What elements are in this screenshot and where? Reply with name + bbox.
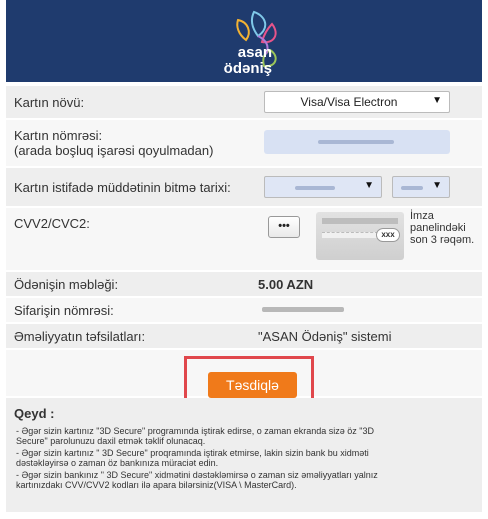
note-line: kartınızdakı CVV/CVV2 kodları ilə apara … xyxy=(16,480,297,490)
note-line: - Əgər sizin bankınız " 3D Secure" xidmə… xyxy=(16,470,378,480)
masked-text xyxy=(318,140,394,144)
chevron-down-icon: ▼ xyxy=(364,180,374,191)
cvv-hint-line3: son 3 rəqəm. xyxy=(410,234,475,246)
cvv-input-button[interactable]: ••• xyxy=(268,216,300,238)
order-number-value xyxy=(262,307,344,312)
cvv-hint-line1: İmza xyxy=(410,210,434,222)
card-signature-panel xyxy=(322,232,378,238)
logo-text-odenis: ödəniş xyxy=(223,60,272,77)
details-label: Əməliyyatın təfsilatları: xyxy=(14,329,146,344)
card-number-label-line2: (arada boşluq işarəsi qoyulmadan) xyxy=(14,143,214,158)
header-banner: asan ödəniş xyxy=(6,0,482,82)
amount-value: 5.00 AZN xyxy=(258,277,314,292)
card-number-label-line1: Kartın nömrəsi: xyxy=(14,128,103,143)
cvv-hint-line2: panelindəki xyxy=(410,222,466,234)
row-expiry: Kartın istifadə müddətinin bitmə tarixi:… xyxy=(6,168,482,206)
asan-odenis-logo: asan ödəniş xyxy=(214,6,294,78)
note-line: dəstəkləyirsə o zaman öz bankınıza mürac… xyxy=(16,458,219,468)
cvv-label: CVV2/CVC2: xyxy=(14,216,90,231)
row-order-number: Sifarişin nömrəsi: xyxy=(6,298,482,322)
expiry-label: Kartın istifadə müddətinin bitmə tarixi: xyxy=(14,180,231,195)
note-line: - Əgər sizin kartınız " 3D Secure" proqr… xyxy=(16,448,369,458)
card-type-label: Kartın növü: xyxy=(14,95,85,110)
expiry-month-select[interactable]: ▼ xyxy=(264,176,382,198)
notes-panel: Qeyd : - Əgər sizin kartınız "3D Secure"… xyxy=(6,398,482,512)
amount-label: Ödənişin məbləği: xyxy=(14,277,119,292)
card-number-label: Kartın nömrəsi: (arada boşluq işarəsi qo… xyxy=(14,128,213,158)
note-line: - Əgər sizin kartınız "3D Secure" progra… xyxy=(16,426,375,436)
card-back-illustration: xxx xyxy=(316,212,404,260)
note-line: Secure" parolunuzu daxil etmək təklif ol… xyxy=(16,436,206,446)
card-type-select[interactable]: Visa/Visa Electron ▼ xyxy=(264,91,450,113)
row-card-type: Kartın növü: Visa/Visa Electron ▼ xyxy=(6,86,482,118)
order-number-label: Sifarişin nömrəsi: xyxy=(14,303,114,318)
row-cvv: CVV2/CVC2: ••• xxx İmza panelindəki son … xyxy=(6,208,482,270)
confirm-button[interactable]: Təsdiqlə xyxy=(208,372,297,398)
logo-text-asan: asan xyxy=(237,44,272,61)
expiry-year-select[interactable]: ▼ xyxy=(392,176,450,198)
card-type-value: Visa/Visa Electron xyxy=(300,95,398,109)
cvv-badge: xxx xyxy=(376,228,400,242)
row-details: Əməliyyatın təfsilatları: "ASAN Ödəniş" … xyxy=(6,324,482,348)
row-amount: Ödənişin məbləği: 5.00 AZN xyxy=(6,272,482,296)
notes-title: Qeyd : xyxy=(14,406,55,421)
card-magnetic-stripe xyxy=(322,218,398,224)
cvv-hint: İmza panelindəki son 3 rəqəm. xyxy=(410,210,474,246)
chevron-down-icon: ▼ xyxy=(432,95,442,106)
details-value: "ASAN Ödəniş" sistemi xyxy=(258,329,392,344)
row-card-number: Kartın nömrəsi: (arada boşluq işarəsi qo… xyxy=(6,120,482,166)
masked-text xyxy=(295,186,335,190)
masked-text xyxy=(401,186,423,190)
card-number-input[interactable] xyxy=(264,130,450,154)
chevron-down-icon: ▼ xyxy=(432,180,442,191)
